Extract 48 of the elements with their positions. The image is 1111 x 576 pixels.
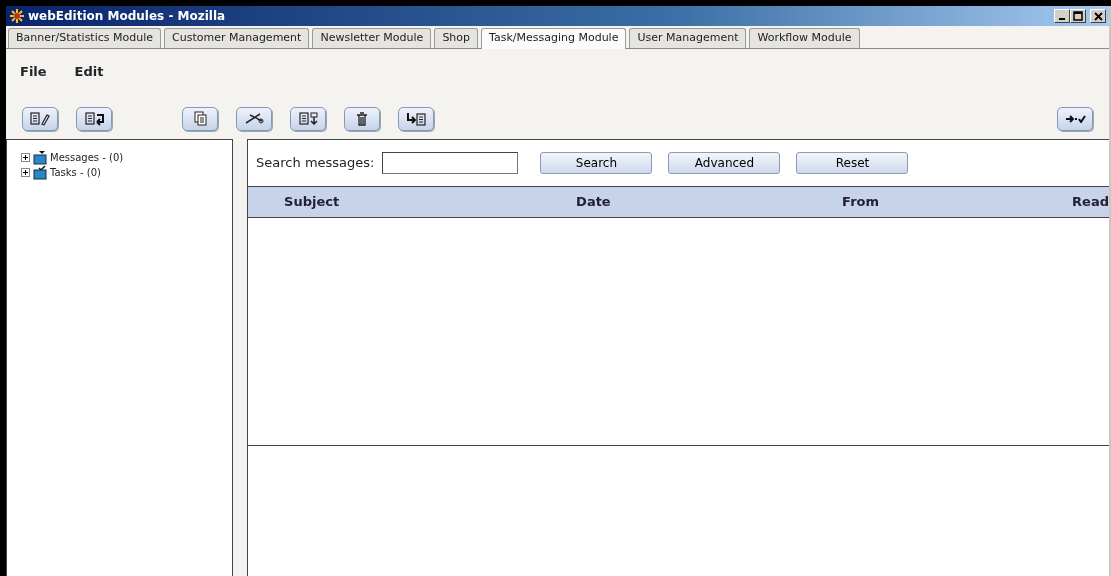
folder-icon xyxy=(32,164,48,180)
close-button[interactable] xyxy=(1090,9,1106,23)
toolbar-button[interactable] xyxy=(398,106,434,131)
tab[interactable]: User Management xyxy=(629,28,747,48)
tab[interactable]: Customer Management xyxy=(164,28,310,48)
toolbar-button[interactable] xyxy=(236,106,272,131)
app-icon xyxy=(9,8,25,24)
folder-icon xyxy=(32,149,48,165)
column-header[interactable]: Read xyxy=(1042,191,1109,212)
toolbar-button[interactable] xyxy=(344,106,380,131)
expander-icon[interactable] xyxy=(21,167,30,177)
toolbar-button[interactable] xyxy=(22,106,58,131)
plus-icon xyxy=(22,168,29,176)
tab[interactable]: Banner/Statistics Module xyxy=(8,28,161,48)
document-download-icon xyxy=(298,112,318,125)
toolbar-button[interactable] xyxy=(76,106,112,131)
menu-item[interactable]: File xyxy=(14,56,53,107)
search-button[interactable]: Reset xyxy=(796,151,909,174)
document-pencil-icon xyxy=(30,111,50,126)
toolbar-button[interactable] xyxy=(290,106,326,131)
tab[interactable]: Task/Messaging Module xyxy=(481,28,627,49)
arrow-check-icon xyxy=(1064,114,1086,123)
search-button[interactable]: Advanced xyxy=(668,151,781,174)
column-header[interactable]: Date xyxy=(548,191,811,212)
search-button[interactable]: Search xyxy=(540,151,653,174)
tree-item[interactable]: Tasks - (0) xyxy=(50,164,101,180)
maximize-button[interactable] xyxy=(1070,9,1086,23)
toolbar-button[interactable] xyxy=(1057,106,1093,131)
tab[interactable]: Shop xyxy=(434,28,479,48)
plus-icon xyxy=(22,153,29,161)
tree-item[interactable]: Messages - (0) xyxy=(50,149,124,165)
scissors-icon xyxy=(244,113,264,124)
maximize-icon xyxy=(1073,11,1083,21)
tab[interactable]: Workflow Module xyxy=(749,28,860,48)
tab[interactable]: Newsletter Module xyxy=(312,28,432,48)
column-header[interactable]: From xyxy=(810,191,1043,212)
search-field[interactable] xyxy=(382,151,519,174)
window-title: webEdition Modules - Mozilla xyxy=(28,8,226,25)
arrow-document-icon xyxy=(406,111,426,126)
trash-icon xyxy=(356,111,368,126)
column-header[interactable]: Subject xyxy=(248,191,549,212)
document-return-icon xyxy=(84,111,104,126)
minimize-button[interactable] xyxy=(1054,9,1070,23)
close-icon xyxy=(1093,11,1103,21)
search-label: Search messages: xyxy=(256,153,375,172)
expander-icon[interactable] xyxy=(21,152,30,162)
menu-item[interactable]: Edit xyxy=(68,56,110,107)
copy-icon xyxy=(193,111,207,126)
